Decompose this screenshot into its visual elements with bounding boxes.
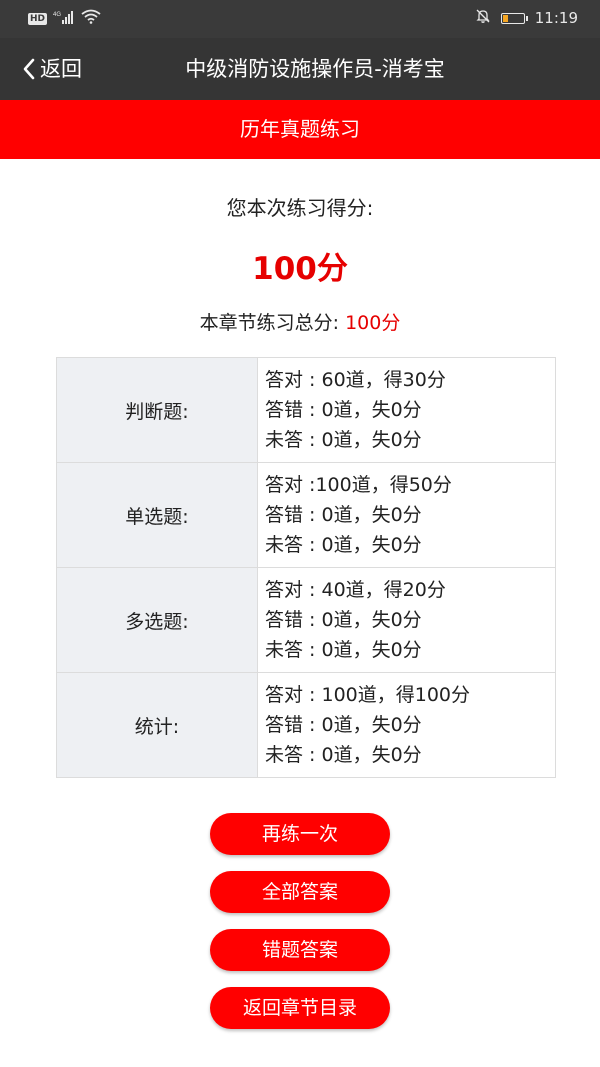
category-cell: 判断题:: [56, 357, 258, 463]
correct-line: 答对 : 40道，得20分: [265, 579, 446, 601]
unanswered-line: 未答 : 0道，失0分: [265, 534, 422, 556]
all-answers-button[interactable]: 全部答案: [210, 871, 390, 913]
detail-cell: 答对 : 60道，得30分 答错 : 0道，失0分 未答 : 0道，失0分: [257, 357, 556, 463]
hd-badge: HD: [28, 12, 48, 25]
category-cell: 统计:: [56, 672, 258, 778]
score-table: 判断题: 答对 : 60道，得30分 答错 : 0道，失0分 未答 : 0道，失…: [56, 357, 556, 778]
score-value: 100分: [252, 251, 348, 287]
wrong-line: 答错 : 0道，失0分: [265, 609, 422, 631]
detail-cell: 答对 :100道，得50分 答错 : 0道，失0分 未答 : 0道，失0分: [257, 462, 556, 568]
table-row: 统计: 答对 : 100道，得100分 答错 : 0道，失0分 未答 : 0道，…: [56, 672, 556, 778]
screen: HD 4G 11:19 返回 中级消防设施操作员-消考宝 历年真题练习 您本次练…: [0, 0, 600, 1067]
retry-button[interactable]: 再练一次: [210, 813, 390, 855]
wrong-line: 答错 : 0道，失0分: [265, 714, 422, 736]
wifi-icon: [81, 9, 101, 28]
table-row: 判断题: 答对 : 60道，得30分 答错 : 0道，失0分 未答 : 0道，失…: [56, 357, 556, 463]
title-bar: 返回 中级消防设施操作员-消考宝: [0, 38, 600, 100]
status-bar: HD 4G 11:19: [0, 0, 600, 38]
detail-cell: 答对 : 100道，得100分 答错 : 0道，失0分 未答 : 0道，失0分: [257, 672, 556, 778]
detail-cell: 答对 : 40道，得20分 答错 : 0道，失0分 未答 : 0道，失0分: [257, 567, 556, 673]
score-caption: 您本次练习得分:: [226, 196, 374, 220]
correct-line: 答对 :100道，得50分: [265, 474, 452, 496]
status-right: 11:19: [475, 8, 578, 28]
back-to-chapters-button[interactable]: 返回章节目录: [210, 987, 390, 1029]
back-button[interactable]: 返回: [22, 52, 82, 86]
table-row: 多选题: 答对 : 40道，得20分 答错 : 0道，失0分 未答 : 0道，失…: [56, 567, 556, 673]
table-row: 单选题: 答对 :100道，得50分 答错 : 0道，失0分 未答 : 0道，失…: [56, 462, 556, 568]
mute-bell-icon: [475, 8, 491, 28]
total-score-line: 本章节练习总分: 100分: [0, 308, 600, 335]
unanswered-line: 未答 : 0道，失0分: [265, 744, 422, 766]
total-score-label: 本章节练习总分:: [199, 312, 340, 334]
correct-line: 答对 : 100道，得100分: [265, 684, 471, 706]
category-cell: 单选题:: [56, 462, 258, 568]
unanswered-line: 未答 : 0道，失0分: [265, 639, 422, 661]
back-label: 返回: [40, 57, 82, 81]
status-time: 11:19: [534, 9, 578, 27]
signal-icon: 4G: [53, 9, 75, 28]
chevron-left-icon: [22, 58, 36, 80]
unanswered-line: 未答 : 0道，失0分: [265, 429, 422, 451]
correct-line: 答对 : 60道，得30分: [265, 369, 446, 391]
wrong-line: 答错 : 0道，失0分: [265, 399, 422, 421]
network-type: 4G: [53, 12, 61, 18]
status-left: HD 4G: [28, 9, 101, 28]
page-title: 中级消防设施操作员-消考宝: [185, 57, 445, 81]
section-banner: 历年真题练习: [0, 100, 600, 159]
battery-icon: [500, 12, 528, 24]
battery-fill: [502, 14, 508, 22]
category-cell: 多选题:: [56, 567, 258, 673]
wrong-answers-button[interactable]: 错题答案: [210, 929, 390, 971]
wrong-line: 答错 : 0道，失0分: [265, 504, 422, 526]
total-score-value: 100分: [345, 312, 401, 334]
